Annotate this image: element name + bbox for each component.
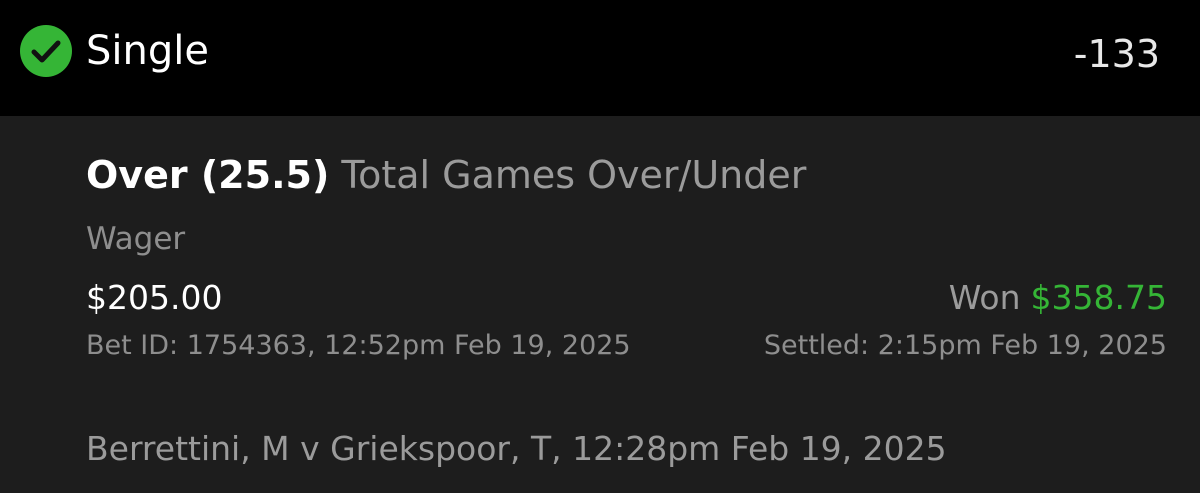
wager-label: Wager: [86, 221, 186, 257]
bet-id-timestamp: Bet ID: 1754363, 12:52pm Feb 19, 2025: [86, 330, 631, 361]
settled-timestamp: Settled: 2:15pm Feb 19, 2025: [763, 330, 1167, 361]
event-line: Berrettini, M v Griekspoor, T, 12:28pm F…: [86, 429, 947, 468]
selection-line: Over (25.5) Total Games Over/Under: [86, 150, 806, 200]
selection-label: Over (25.5): [86, 153, 330, 197]
market-label: Total Games Over/Under: [341, 153, 807, 197]
odds-value: -133: [1073, 32, 1160, 76]
check-circle-icon: [20, 25, 72, 77]
wager-amount: $205.00: [86, 278, 223, 317]
result-label: Won: [948, 278, 1021, 317]
result-amount: $358.75: [1030, 278, 1167, 317]
bet-header: Single -133: [0, 0, 1200, 116]
bet-type-label: Single: [86, 28, 209, 74]
result-line: Won $358.75: [949, 276, 1167, 320]
